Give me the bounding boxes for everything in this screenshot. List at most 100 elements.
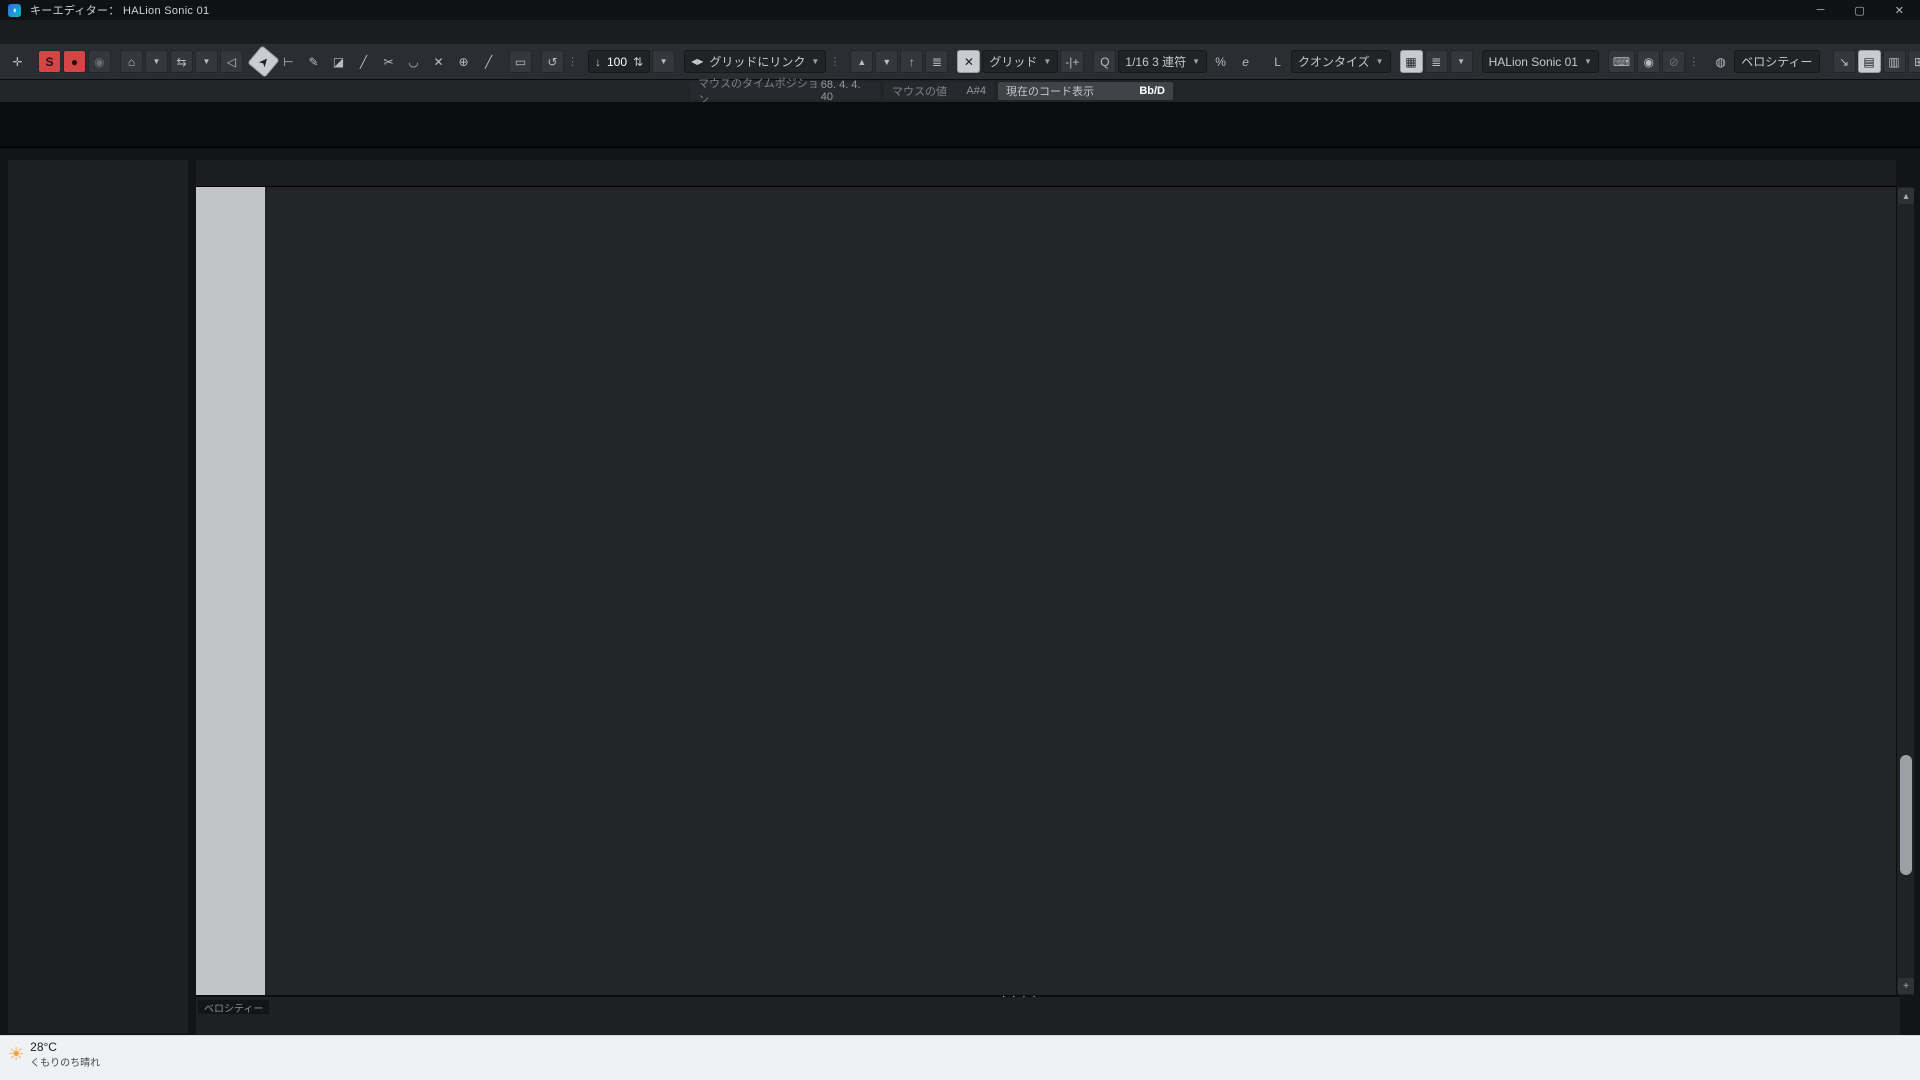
dots-separator-icon: ⋮ (829, 55, 840, 68)
scroll-up-button[interactable]: ▴ (1898, 188, 1914, 204)
pitch-visibility-button[interactable]: ▦ (1400, 50, 1423, 73)
piano-keyboard[interactable] (196, 187, 265, 995)
pin-editor-button[interactable]: ✛ (6, 50, 29, 73)
length-quantize-dropdown[interactable]: クオンタイズ ▼ (1291, 50, 1391, 73)
menu-bar (0, 20, 1920, 44)
pitch-options-button[interactable]: ≣ (1425, 50, 1448, 73)
nudge-settings-button[interactable]: ≣ (925, 50, 948, 73)
snap-type-dropdown[interactable]: グリッド ▼ (982, 50, 1058, 73)
taskbar-weather-widget[interactable]: ☀ 28°C くもりのち晴れ (8, 1040, 100, 1069)
snap-type-label: グリッド (989, 53, 1037, 70)
velocity-lane-label[interactable]: ベロシティー (198, 1000, 269, 1014)
zoom-in-button[interactable]: + (1898, 978, 1914, 994)
link-to-grid-label: グリッドにリンク (709, 53, 805, 70)
track-selector-dropdown[interactable]: HALion Sonic 01 ▼ (1482, 50, 1599, 73)
curve-tool[interactable]: ╱ (477, 50, 500, 73)
velocity-lane[interactable]: ベロシティー · · · · (196, 995, 1900, 1035)
length-quantize-label: クオンタイズ (1298, 53, 1370, 70)
velocity-dropdown[interactable]: ▼ (652, 50, 675, 73)
track-name-label: HALion Sonic 01 (1489, 55, 1578, 69)
insert-velocity-value[interactable]: 100 (607, 55, 627, 69)
chevron-down-icon: ▼ (1043, 57, 1051, 66)
quantize-preset-dropdown[interactable]: 1/16 3 連符 ▼ (1118, 50, 1207, 73)
split-tool[interactable]: ✂ (377, 50, 400, 73)
quantize-q-icon[interactable]: Q (1093, 50, 1116, 73)
window-title: キーエディター： HALion Sonic 01 (30, 2, 209, 18)
quantize-panel-button[interactable]: e (1234, 50, 1257, 73)
velocity-down-icon: ↓ (595, 55, 601, 69)
audition-button[interactable]: ◁ (220, 50, 243, 73)
key-editor-area: ベロシティー · · · · ▴ + (196, 160, 1920, 1035)
chevron-down-icon: ▼ (811, 57, 819, 66)
weather-temp: 28°C (30, 1040, 100, 1054)
draw-tool[interactable]: ✎ (302, 50, 325, 73)
vertical-scrollbar[interactable]: ▴ + (1896, 187, 1914, 995)
snap-on-off-button[interactable]: ✕ (957, 50, 980, 73)
trim-tool[interactable]: ⊢ (277, 50, 300, 73)
erase-tool[interactable]: ◪ (327, 50, 350, 73)
velocity-stepper-icon[interactable]: ⇅ (633, 55, 643, 69)
move-to-front-button[interactable]: ↑ (900, 50, 923, 73)
insert-velocity-control[interactable]: ↓ 100 ⇅ (588, 50, 650, 73)
record-in-editor-button[interactable]: ● (63, 50, 86, 73)
part-edit-options-dropdown[interactable]: ▼ (195, 50, 218, 73)
event-colors-label: ベロシティー (1741, 53, 1812, 70)
dots-separator-icon: ⋮ (1688, 55, 1699, 68)
timeline-ruler[interactable] (265, 160, 1896, 187)
part-edit-mode-button[interactable]: ⇆ (170, 50, 193, 73)
dots-separator-icon: ⋮ (567, 55, 578, 68)
solo-editor-button[interactable]: S (38, 50, 61, 73)
window-layout-a-button[interactable]: ▤ (1858, 50, 1881, 73)
left-zone-inspector (8, 160, 188, 1033)
mouse-value: マウスの値A#4 (884, 82, 994, 100)
weather-desc: くもりのち晴れ (30, 1054, 100, 1069)
pitch-visibility-dropdown[interactable]: ▼ (1450, 50, 1473, 73)
scrollbar-thumb[interactable] (1900, 755, 1912, 875)
window-layout-b-button[interactable]: ▥ (1883, 50, 1906, 73)
autoscroll-button[interactable]: ⌂ (120, 50, 143, 73)
velocity-bars[interactable] (265, 997, 1896, 1037)
note-grid[interactable] (265, 187, 1896, 995)
sun-icon: ☀ (8, 1044, 24, 1065)
cubase-key-editor-window: ◖ キーエディター： HALion Sonic 01 ─ ▢ ✕ ✛ S ● ◉… (0, 0, 1920, 1080)
chevron-down-icon: ▼ (1376, 57, 1384, 66)
object-selection-tool[interactable]: ➤ (247, 45, 279, 77)
cubase-app-icon: ◖ (8, 4, 21, 17)
independent-loop-button[interactable]: ↺ (541, 50, 564, 73)
setup-window-layout-button[interactable]: ⊞ (1908, 50, 1920, 73)
autoscroll-options-dropdown[interactable]: ▼ (145, 50, 168, 73)
iterative-quantize-button[interactable]: % (1209, 50, 1232, 73)
workspace: ベロシティー · · · · ▴ + (0, 148, 1920, 1035)
midi-input-button[interactable]: ◉ (1637, 50, 1660, 73)
line-tool[interactable]: ╱ (352, 50, 375, 73)
mute-tool[interactable]: ✕ (427, 50, 450, 73)
mouse-info-row: マウスのタイムポジション68. 4. 4. 40 マウスの値A#4 現在のコード… (0, 80, 1920, 102)
maximize-button[interactable]: ▢ (1854, 4, 1864, 17)
link-to-grid-dropdown[interactable]: ◀▶ グリッドにリンク ▼ (684, 50, 826, 73)
grid-plusminus-button[interactable]: -|+ (1060, 50, 1084, 73)
title-bar: ◖ キーエディター： HALion Sonic 01 ─ ▢ ✕ (0, 0, 1920, 20)
current-chord-display: 現在のコード表示Bb/D (998, 82, 1173, 100)
link-lr-icon: ◀▶ (691, 57, 703, 66)
chevron-down-icon: ▼ (1584, 57, 1592, 66)
lane-splitter-handle[interactable]: · · · · (1002, 991, 1038, 1002)
step-input-button[interactable]: ⌨ (1608, 50, 1635, 73)
mouse-time-position: マウスのタイムポジション68. 4. 4. 40 (690, 82, 880, 100)
auto-select-events-button[interactable]: ▭ (509, 50, 532, 73)
nudge-up-button[interactable]: ▲ (850, 50, 873, 73)
event-colors-dropdown[interactable]: ベロシティー (1734, 50, 1819, 73)
open-in-lower-zone-button[interactable]: ↘ (1833, 50, 1856, 73)
quantize-preset-label: 1/16 3 連符 (1125, 53, 1186, 70)
nudge-down-button[interactable]: ▼ (875, 50, 898, 73)
ruler-corner (196, 160, 265, 187)
no-input-button[interactable]: ⊘ (1662, 50, 1685, 73)
zoom-tool[interactable]: ⊕ (452, 50, 475, 73)
toolbar: ✛ S ● ◉ ⌂ ▼ ⇆ ▼ ◁ ➤ ⊢ ✎ ◪ ╱ ✂ ◡ ✕ ⊕ ╱ ▭ … (0, 44, 1920, 80)
length-quantize-icon: L (1266, 50, 1289, 73)
minimize-button[interactable]: ─ (1817, 4, 1825, 17)
glue-tool[interactable]: ◡ (402, 50, 425, 73)
chevron-down-icon: ▼ (1192, 57, 1200, 66)
acoustic-feedback-button[interactable]: ◉ (88, 50, 111, 73)
info-line (0, 102, 1920, 148)
close-button[interactable]: ✕ (1895, 4, 1904, 17)
